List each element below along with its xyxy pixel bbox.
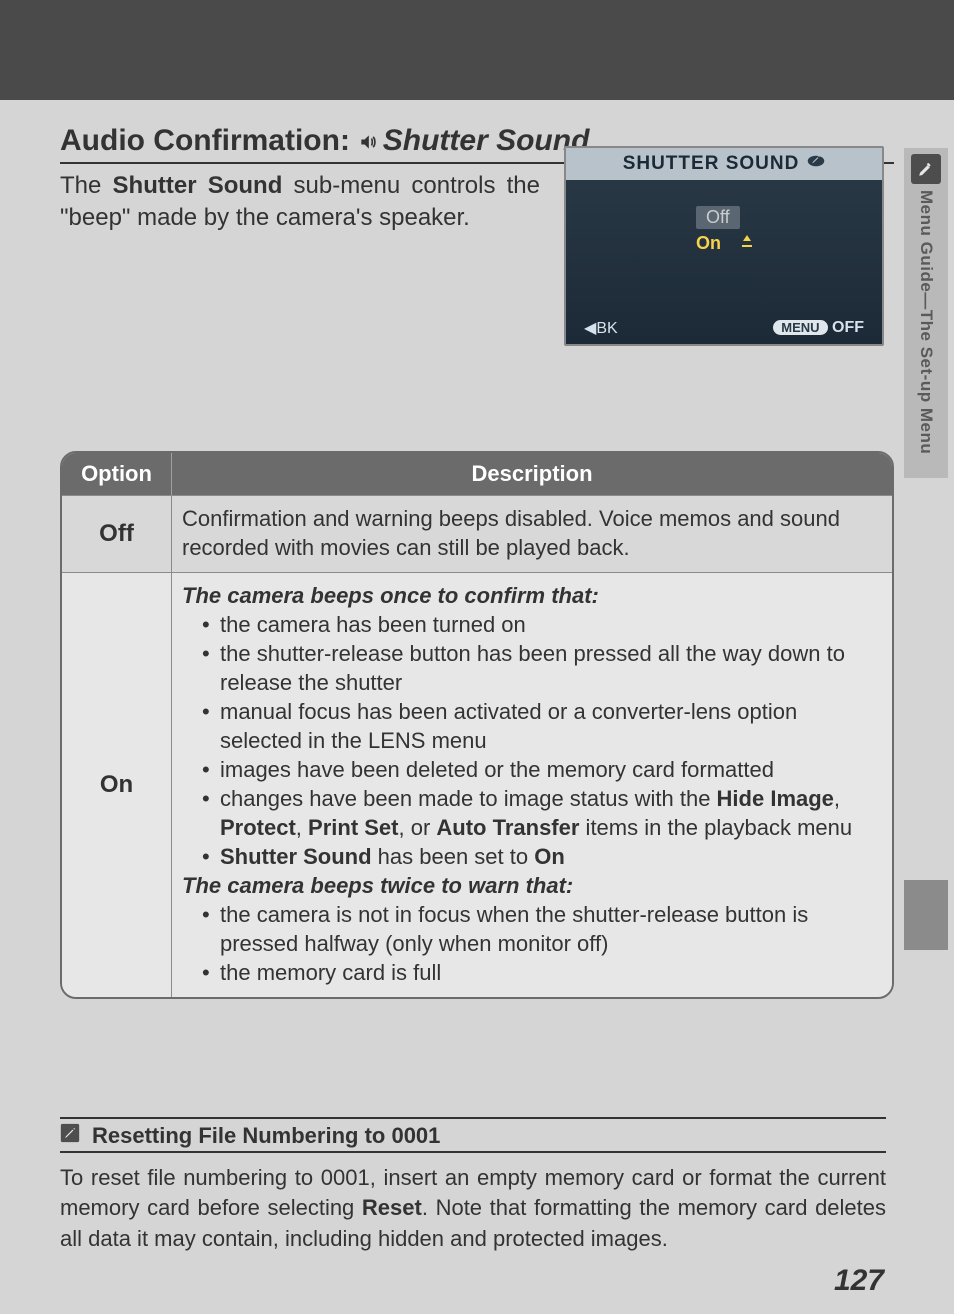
li-text: , or xyxy=(399,815,437,840)
li-text: items in the playback menu xyxy=(579,815,852,840)
note-heading-row: Resetting File Numbering to 0001 xyxy=(60,1117,886,1153)
lcd-off-label: Off xyxy=(696,206,740,229)
setup-wrench-lcd-icon xyxy=(807,152,825,176)
desc-cell-on: The camera beeps once to confirm that: t… xyxy=(172,573,892,997)
camera-lcd-screenshot: SHUTTER SOUND Off On ◀BK MENU OFF xyxy=(564,146,884,346)
desc-cell-off: Confirmation and warning beeps disabled.… xyxy=(172,496,892,572)
on-heading-1: The camera beeps once to confirm that: xyxy=(182,583,599,608)
table-row: Off Confirmation and warning beeps disab… xyxy=(62,495,892,572)
list-item: images have been deleted or the memory c… xyxy=(202,755,880,784)
li-text: has been set to xyxy=(372,844,535,869)
li-bold: On xyxy=(534,844,565,869)
lcd-off-text: OFF xyxy=(832,319,864,336)
note-section: Resetting File Numbering to 0001 To rese… xyxy=(60,1117,886,1254)
li-bold: Auto Transfer xyxy=(436,815,579,840)
th-option: Option xyxy=(62,453,172,495)
section-title-main: Shutter Sound xyxy=(383,124,590,157)
lcd-back-hint: ◀BK xyxy=(584,318,618,338)
li-bold: Protect xyxy=(220,815,296,840)
note-bold: Reset xyxy=(362,1195,422,1220)
table-row: On The camera beeps once to confirm that… xyxy=(62,572,892,997)
intro-pre: The xyxy=(60,172,113,199)
list-item: manual focus has been activated or a con… xyxy=(202,697,880,755)
note-body: To reset file numbering to 0001, insert … xyxy=(60,1153,886,1254)
lcd-option-off: Off xyxy=(696,204,882,231)
lcd-footer: ◀BK MENU OFF xyxy=(566,318,882,338)
section-title-prefix: Audio Confirmation: xyxy=(60,124,358,157)
options-table: Option Description Off Confirmation and … xyxy=(60,451,894,1000)
menu-pill: MENU xyxy=(773,320,827,335)
intro-bold: Shutter Sound xyxy=(113,172,283,199)
lcd-on-indicator-icon xyxy=(739,233,755,254)
li-text: changes have been made to image status w… xyxy=(220,786,717,811)
lcd-title-bar: SHUTTER SOUND xyxy=(566,148,882,180)
li-bold: Hide Image xyxy=(717,786,834,811)
list-item: the camera has been turned on xyxy=(202,610,880,639)
option-cell-on: On xyxy=(62,573,172,997)
li-bold: Shutter Sound xyxy=(220,844,372,869)
li-bold: Print Set xyxy=(308,815,398,840)
table-header-row: Option Description xyxy=(62,453,892,495)
lcd-title: SHUTTER SOUND xyxy=(623,153,800,175)
top-header-bar xyxy=(0,0,954,100)
th-description: Description xyxy=(172,453,892,495)
list-item: changes have been made to image status w… xyxy=(202,784,880,842)
list-item: the shutter-release button has been pres… xyxy=(202,639,880,697)
intro-paragraph: The Shutter Sound sub-menu controls the … xyxy=(60,170,540,235)
on-heading-2: The camera beeps twice to warn that: xyxy=(182,873,573,898)
page-content: Audio Confirmation: Shutter Sound The Sh… xyxy=(0,100,954,999)
lcd-menu-off: MENU OFF xyxy=(773,319,864,337)
list-item: the camera is not in focus when the shut… xyxy=(202,900,880,958)
lcd-option-on: On xyxy=(696,231,882,256)
note-pencil-icon xyxy=(60,1123,80,1149)
speaker-icon xyxy=(358,132,378,152)
option-cell-off: Off xyxy=(62,496,172,572)
page-number: 127 xyxy=(834,1264,884,1298)
lcd-body: Off On xyxy=(566,180,882,256)
li-text: , xyxy=(296,815,308,840)
note-heading-text: Resetting File Numbering to 0001 xyxy=(92,1123,440,1149)
li-text: , xyxy=(834,786,840,811)
lcd-bk-text: BK xyxy=(596,320,617,337)
lcd-on-label: On xyxy=(696,233,721,254)
list-item: Shutter Sound has been set to On xyxy=(202,842,880,871)
list-item: the memory card is full xyxy=(202,958,880,987)
